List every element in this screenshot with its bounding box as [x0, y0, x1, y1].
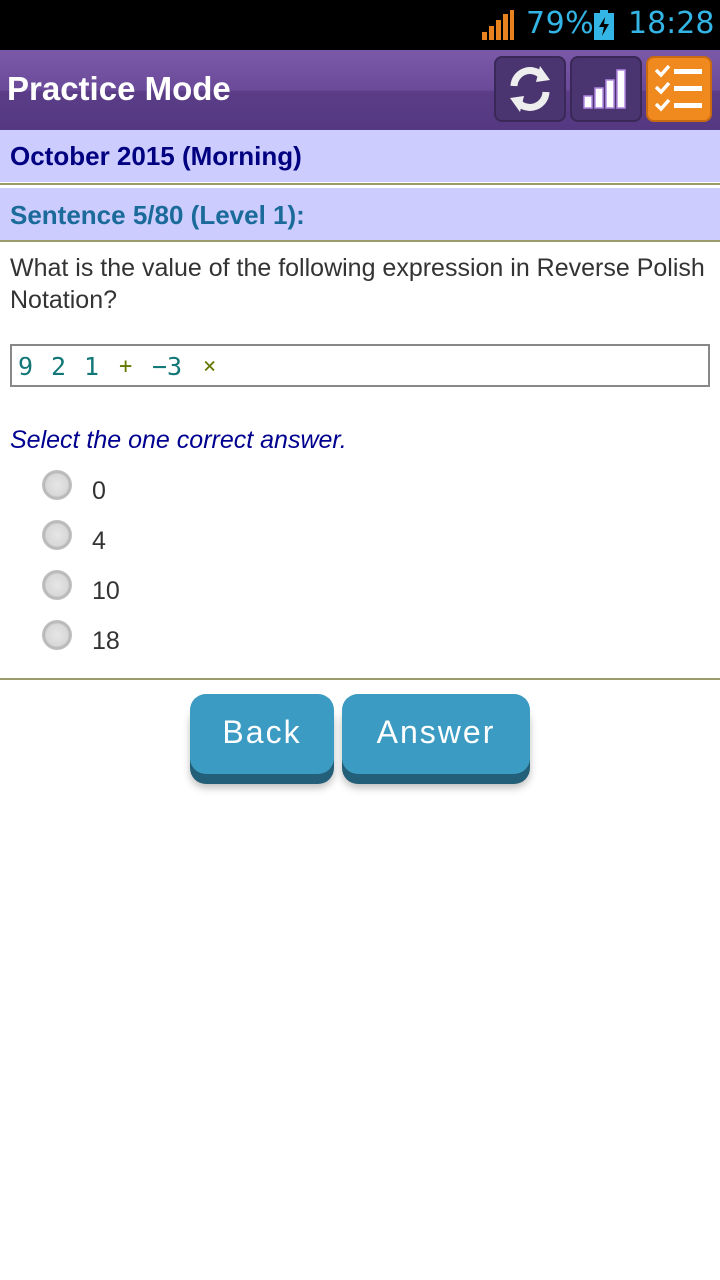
divider: [0, 183, 720, 185]
answer-option[interactable]: 0: [42, 470, 342, 510]
option-label: 10: [92, 577, 120, 605]
expression-token: 1: [84, 352, 100, 381]
answer-button[interactable]: Answer: [342, 694, 530, 774]
answer-option[interactable]: 4: [42, 520, 342, 560]
option-label: 4: [92, 527, 106, 555]
sentence-header: Sentence 5/80 (Level 1):: [0, 188, 720, 240]
radio-button[interactable]: [42, 520, 72, 550]
stats-icon: [583, 69, 626, 109]
question-list-button[interactable]: [646, 56, 712, 122]
battery-charging-icon: [594, 10, 614, 40]
exam-title: October 2015 (Morning): [10, 141, 302, 171]
signal-icon: [482, 10, 514, 40]
clock: 18:28: [628, 6, 715, 41]
expression-token: +: [119, 354, 133, 379]
radio-button[interactable]: [42, 620, 72, 650]
expression-token: −3: [152, 352, 183, 381]
question-text: What is the value of the following expre…: [10, 254, 705, 314]
instruction-text: Select the one correct answer.: [10, 426, 347, 454]
sentence-counter: Sentence 5/80 (Level 1):: [10, 200, 305, 230]
answer-option[interactable]: 18: [42, 620, 342, 660]
back-button[interactable]: Back: [190, 694, 334, 774]
expression-token: ×: [203, 354, 217, 379]
expression-token: 9: [18, 352, 34, 381]
expression-token: 2: [51, 352, 67, 381]
answer-button-label: Answer: [376, 714, 496, 750]
radio-button[interactable]: [42, 570, 72, 600]
radio-button[interactable]: [42, 470, 72, 500]
checklist-icon: [654, 64, 702, 112]
back-button-label: Back: [222, 714, 302, 750]
refresh-button[interactable]: [494, 56, 566, 122]
divider: [0, 240, 720, 242]
status-bar: 79% 18:28: [0, 0, 720, 50]
action-bar: Practice Mode: [0, 50, 720, 130]
page-title: Practice Mode: [7, 70, 231, 107]
refresh-icon: [510, 66, 550, 112]
option-label: 0: [92, 477, 106, 505]
option-label: 18: [92, 627, 120, 655]
battery-percent: 79%: [526, 6, 595, 41]
exam-header: October 2015 (Morning): [0, 130, 720, 182]
divider: [0, 678, 720, 680]
answer-option[interactable]: 10: [42, 570, 342, 610]
expression-box: 9 2 1 + −3 ×: [10, 344, 710, 387]
statistics-button[interactable]: [570, 56, 642, 122]
